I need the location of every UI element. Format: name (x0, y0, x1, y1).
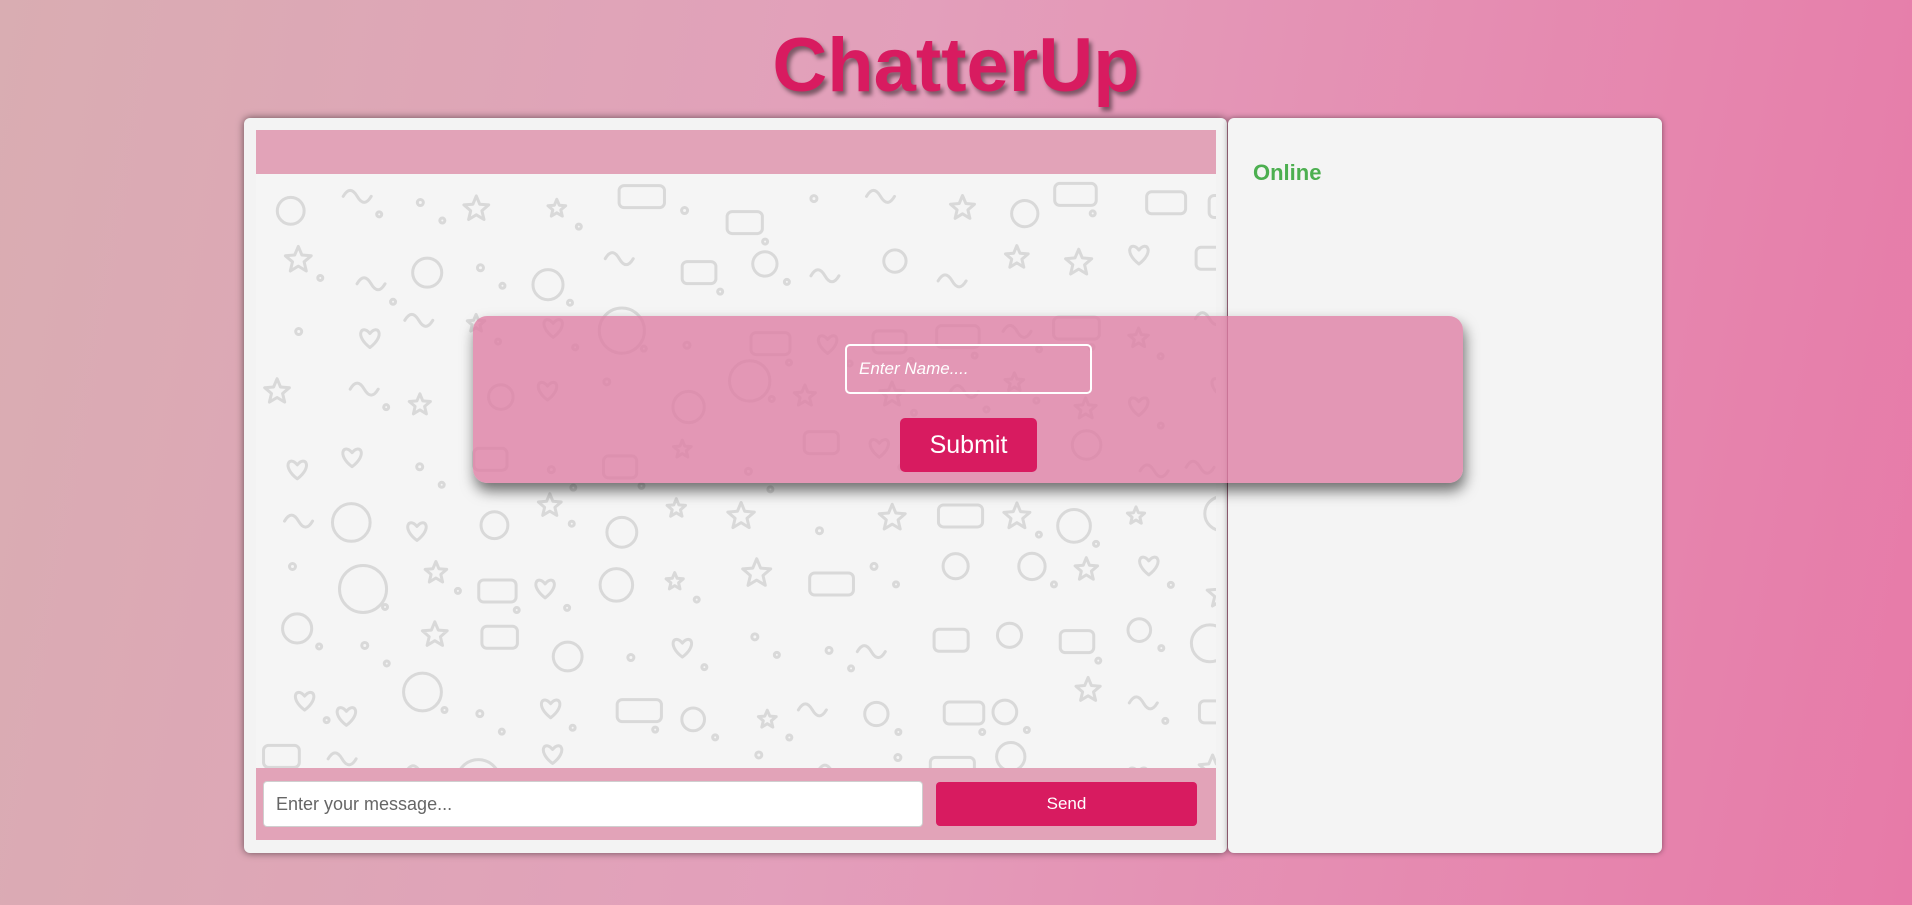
online-heading: Online (1253, 160, 1322, 185)
send-button[interactable]: Send (936, 782, 1197, 826)
chat-header-bar (256, 130, 1216, 174)
message-composer: Send (256, 768, 1216, 840)
app-title: ChatterUp (772, 23, 1140, 108)
name-input[interactable] (845, 344, 1092, 394)
online-users-panel: Online (1228, 118, 1662, 853)
submit-button[interactable]: Submit (900, 418, 1037, 472)
chat-panel: Send (244, 118, 1227, 853)
message-input[interactable] (263, 781, 923, 827)
name-modal: Submit (473, 316, 1463, 483)
